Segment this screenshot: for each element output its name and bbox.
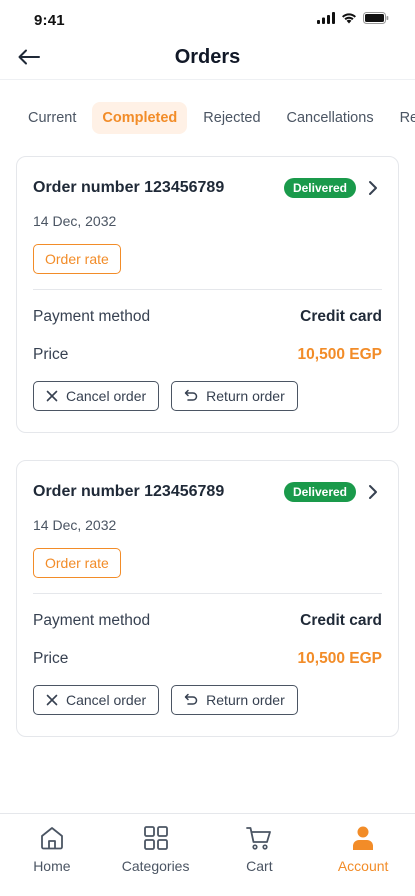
order-status-tabs: Current Completed Rejected Cancellations…: [18, 100, 415, 136]
order-actions: Cancel order Return order: [33, 381, 382, 432]
payment-method-row: Payment method Credit card: [33, 610, 382, 632]
wifi-icon: [341, 11, 357, 29]
status-bar: 9:41: [0, 0, 415, 40]
payment-method-value: Credit card: [300, 612, 382, 629]
tab-rejected[interactable]: Rejected: [193, 102, 270, 134]
orders-screen: 9:41 Orders Current Completed Rejected C…: [0, 0, 415, 896]
nav-label-categories: Categories: [121, 858, 190, 874]
status-time: 9:41: [34, 11, 65, 29]
close-icon: [46, 694, 58, 706]
user-icon: [349, 824, 377, 852]
order-number: Order number 123456789: [33, 179, 225, 196]
cancel-order-label: Cancel order: [66, 692, 147, 708]
bottom-nav: Home Categories Cart Account: [0, 813, 415, 896]
return-order-button[interactable]: Return order: [171, 381, 298, 411]
order-details-button[interactable]: [364, 179, 382, 197]
cancel-order-button[interactable]: Cancel order: [33, 685, 160, 715]
cancel-order-button[interactable]: Cancel order: [33, 381, 160, 411]
chevron-right-icon: [369, 485, 377, 499]
tab-current[interactable]: Current: [18, 102, 86, 134]
price-row: Price 10,500 EGP: [33, 648, 382, 670]
tab-completed[interactable]: Completed: [92, 102, 188, 134]
payment-method-label: Payment method: [33, 308, 151, 325]
order-date: 14 Dec, 2032: [33, 213, 117, 229]
nav-item-categories[interactable]: Categories: [106, 824, 206, 896]
divider: [33, 289, 382, 290]
page-title: Orders: [174, 46, 241, 68]
status-badge: Delivered: [283, 482, 356, 502]
grid-icon: [142, 824, 170, 852]
close-icon: [46, 390, 58, 402]
nav-label-home: Home: [33, 858, 71, 874]
order-actions: Cancel order Return order: [33, 685, 382, 736]
order-number: Order number 123456789: [33, 483, 225, 500]
order-card-header: Order number 123456789 Delivered: [33, 481, 382, 503]
order-card: Order number 123456789 Delivered 14 Dec,…: [16, 460, 399, 737]
return-icon: [184, 693, 198, 705]
order-card: Order number 123456789 Delivered 14 Dec,…: [16, 156, 399, 433]
tab-cancellations[interactable]: Cancellations: [277, 102, 384, 134]
order-details-button[interactable]: [364, 483, 382, 501]
nav-label-cart: Cart: [246, 858, 273, 874]
nav-item-cart[interactable]: Cart: [209, 824, 309, 896]
return-icon: [184, 389, 198, 401]
chevron-right-icon: [369, 181, 377, 195]
order-date: 14 Dec, 2032: [33, 517, 117, 533]
nav-label-account: Account: [337, 858, 389, 874]
order-card-header-right: Delivered: [283, 482, 382, 502]
back-button[interactable]: [16, 46, 42, 72]
return-order-button[interactable]: Return order: [171, 685, 298, 715]
order-card-header-right: Delivered: [283, 178, 382, 198]
price-label: Price: [33, 650, 69, 667]
cancel-order-label: Cancel order: [66, 388, 147, 404]
nav-item-account[interactable]: Account: [313, 824, 413, 896]
payment-method-label: Payment method: [33, 612, 151, 629]
order-rate-button[interactable]: Order rate: [33, 548, 121, 578]
payment-method-row: Payment method Credit card: [33, 306, 382, 328]
return-order-label: Return order: [206, 388, 285, 404]
status-badge: Delivered: [283, 178, 356, 198]
nav-item-home[interactable]: Home: [2, 824, 102, 896]
signal-icon: [317, 11, 335, 29]
price-value: 10,500 EGP: [297, 650, 382, 667]
order-rate-button[interactable]: Order rate: [33, 244, 121, 274]
payment-method-value: Credit card: [300, 308, 382, 325]
order-card-header: Order number 123456789 Delivered: [33, 177, 382, 199]
header: Orders: [0, 36, 415, 80]
price-value: 10,500 EGP: [297, 346, 382, 363]
divider: [33, 593, 382, 594]
home-icon: [38, 824, 66, 852]
battery-icon: [363, 11, 389, 29]
price-row: Price 10,500 EGP: [33, 344, 382, 366]
tab-returns[interactable]: Returns: [390, 102, 415, 134]
status-icons: [317, 11, 389, 29]
arrow-left-icon: [18, 49, 40, 70]
price-label: Price: [33, 346, 69, 363]
return-order-label: Return order: [206, 692, 285, 708]
cart-icon: [245, 824, 273, 852]
